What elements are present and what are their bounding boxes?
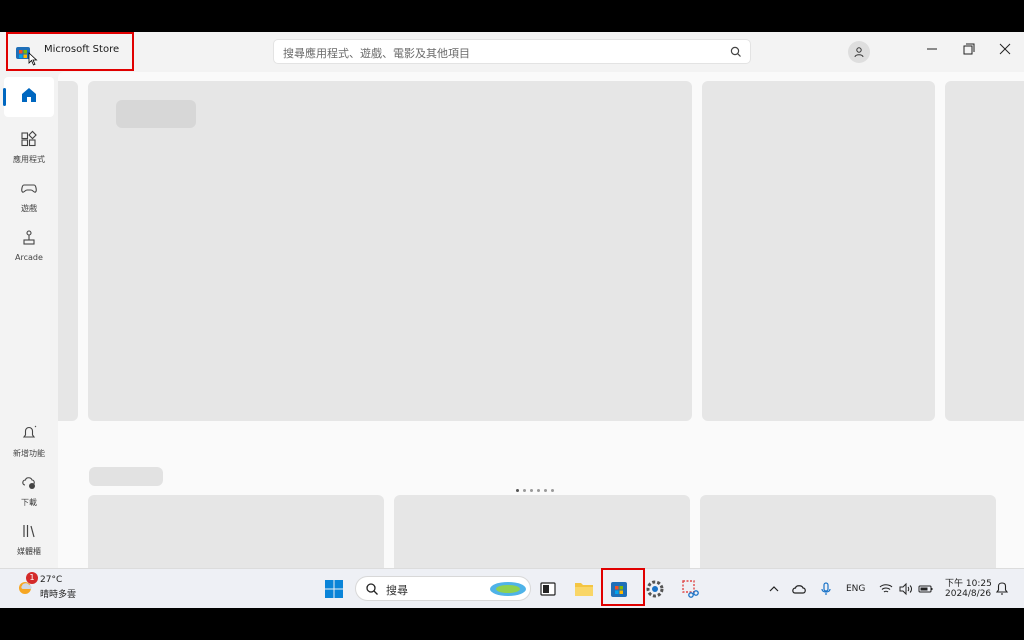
gamepad-icon — [21, 184, 37, 193]
carousel-dot[interactable] — [523, 489, 526, 492]
hero-title-placeholder — [116, 100, 196, 128]
taskbar-search-label: 搜尋 — [386, 584, 408, 597]
highlight-store-taskbar — [601, 568, 645, 606]
carousel-dot[interactable] — [551, 489, 554, 492]
carousel-dot[interactable] — [516, 489, 519, 492]
home-icon — [22, 88, 36, 102]
section-title-placeholder — [89, 467, 163, 486]
notification-bell-icon[interactable] — [994, 577, 1010, 601]
carousel-dot[interactable] — [537, 489, 540, 492]
clock-date[interactable]: 2024/8/26 — [945, 589, 991, 599]
notification-badge: 1 — [26, 572, 38, 584]
main-content — [58, 72, 1024, 575]
sidebar-item-label: 遊戲 — [21, 204, 37, 213]
minimize-button[interactable] — [918, 38, 946, 60]
sidebar-item-library[interactable]: 媒體櫃 — [0, 522, 58, 557]
taskbar: 1 27°C 晴時多雲 搜尋 ENG 下午 10:25 2024/8/26 — [0, 568, 1024, 608]
carousel-dot[interactable] — [544, 489, 547, 492]
language-indicator[interactable]: ENG — [846, 584, 865, 594]
sidebar-item-label: 下載 — [21, 498, 37, 507]
start-icon[interactable] — [322, 577, 346, 601]
hero-card-main[interactable] — [88, 81, 692, 421]
hero-card-prev[interactable] — [58, 81, 78, 421]
search-icon — [366, 583, 378, 595]
sidebar-item-home[interactable] — [0, 86, 58, 110]
person-icon — [854, 47, 864, 58]
carousel-pager[interactable] — [516, 477, 558, 496]
tile-placeholder[interactable] — [88, 495, 384, 575]
profile-button[interactable] — [848, 41, 870, 63]
microphone-icon[interactable] — [818, 577, 834, 601]
taskbar-search[interactable]: 搜尋 — [355, 576, 531, 601]
search-placeholder: 搜尋應用程式、遊戲、電影及其他項目 — [283, 47, 470, 60]
tile-placeholder[interactable] — [700, 495, 996, 575]
search-input[interactable]: 搜尋應用程式、遊戲、電影及其他項目 — [273, 39, 751, 64]
wifi-icon[interactable] — [878, 577, 894, 601]
hero-card-next-2[interactable] — [945, 81, 1024, 421]
library-icon — [23, 525, 35, 538]
weather-widget[interactable]: 1 27°C 晴時多雲 — [12, 569, 92, 608]
sidebar-item-label: 應用程式 — [13, 155, 45, 164]
sidebar-item-label: Arcade — [15, 253, 43, 262]
chevron-up-icon[interactable] — [766, 577, 782, 601]
file-explorer-icon[interactable] — [572, 577, 596, 601]
joystick-icon — [23, 230, 35, 245]
sidebar-item-whats-new[interactable]: 新增功能 — [0, 424, 58, 459]
weather-temp: 27°C — [40, 575, 63, 585]
bell-sparkle-icon — [22, 425, 37, 438]
settings-gear-icon[interactable] — [643, 577, 667, 601]
task-view-icon[interactable] — [536, 577, 560, 601]
sidebar-item-label: 媒體櫃 — [17, 547, 41, 556]
volume-icon[interactable] — [898, 577, 914, 601]
highlight-app-title — [6, 32, 134, 71]
close-button[interactable] — [991, 38, 1019, 60]
snipping-tool-icon[interactable] — [678, 577, 702, 601]
sidebar-item-label: 新增功能 — [13, 449, 45, 458]
clock-time[interactable]: 下午 10:25 — [945, 576, 992, 589]
weather-desc: 晴時多雲 — [40, 590, 77, 600]
sidebar-item-apps[interactable]: 應用程式 — [0, 130, 58, 165]
sidebar-item-downloads[interactable]: 下載 — [0, 473, 58, 508]
title-bar: Microsoft Store 搜尋應用程式、遊戲、電影及其他項目 — [0, 32, 1024, 72]
carousel-dot[interactable] — [530, 489, 533, 492]
search-highlight-icon — [490, 582, 526, 596]
hero-card-next[interactable] — [702, 81, 935, 421]
sidebar-item-games[interactable]: 遊戲 — [0, 179, 58, 214]
battery-icon[interactable] — [918, 577, 934, 601]
apps-icon — [21, 130, 37, 147]
search-icon[interactable] — [729, 45, 743, 59]
sidebar-item-arcade[interactable]: Arcade — [0, 229, 58, 262]
restore-button[interactable] — [954, 38, 982, 60]
screen: Microsoft Store 搜尋應用程式、遊戲、電影及其他項目 應用程式 遊… — [0, 32, 1024, 608]
tile-placeholder[interactable] — [394, 495, 690, 575]
sidebar: 應用程式 遊戲 Arcade 新增功能 下載 媒體櫃 — [0, 72, 58, 568]
cloud-icon[interactable] — [790, 577, 810, 601]
cloud-download-icon — [22, 477, 35, 489]
